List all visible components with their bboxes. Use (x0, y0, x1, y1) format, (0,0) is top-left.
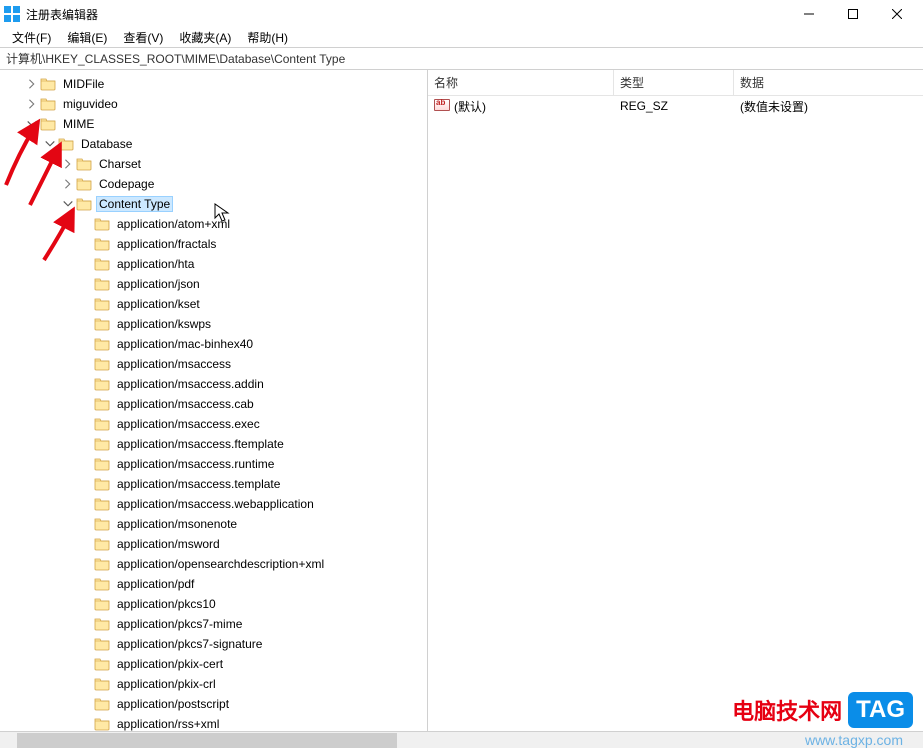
tree-label: application/msaccess.exec (114, 416, 263, 432)
values-h-scrollbar[interactable] (428, 731, 923, 748)
tree-item[interactable]: application/kset (0, 294, 427, 314)
registry-tree[interactable]: MIDFile miguvideo MIME Database Charset Codep… (0, 70, 427, 731)
tree-item[interactable]: application/msword (0, 534, 427, 554)
col-name[interactable]: 名称 (428, 70, 614, 95)
menu-view[interactable]: 查看(V) (115, 28, 171, 47)
tree-item-mime[interactable]: MIME (0, 114, 427, 134)
tree-item-midfile[interactable]: MIDFile (0, 74, 427, 94)
tree-label: application/kset (114, 296, 203, 312)
tree-label: miguvideo (60, 96, 121, 112)
tree-label: application/pkcs7-signature (114, 636, 265, 652)
tree-label: application/msaccess.runtime (114, 456, 277, 472)
menu-file[interactable]: 文件(F) (4, 28, 59, 47)
titlebar: 注册表编辑器 (0, 0, 923, 28)
menu-favorites[interactable]: 收藏夹(A) (171, 28, 239, 47)
tree-item-database[interactable]: Database (0, 134, 427, 154)
tree-label: application/atom+xml (114, 216, 233, 232)
string-value-icon (434, 99, 450, 111)
tree-item-charset[interactable]: Charset (0, 154, 427, 174)
tree-item[interactable]: application/msaccess.cab (0, 394, 427, 414)
values-list[interactable]: (默认)REG_SZ(数值未设置) (428, 96, 923, 731)
tree-label: application/msonenote (114, 516, 240, 532)
col-type[interactable]: 类型 (614, 70, 734, 95)
tree-item[interactable]: application/msaccess.webapplication (0, 494, 427, 514)
tree-item[interactable]: application/atom+xml (0, 214, 427, 234)
tree-label: application/msword (114, 536, 223, 552)
tree-item[interactable]: application/opensearchdescription+xml (0, 554, 427, 574)
tree-label: application/opensearchdescription+xml (114, 556, 327, 572)
tree-label: application/pkcs10 (114, 596, 219, 612)
tree-label: application/pkix-crl (114, 676, 219, 692)
values-pane[interactable]: 名称 类型 数据 (默认)REG_SZ(数值未设置) (428, 70, 923, 731)
tree-label: application/msaccess.cab (114, 396, 257, 412)
tree-item[interactable]: application/pkcs10 (0, 594, 427, 614)
tree-label: Charset (96, 156, 144, 172)
tree-label: application/rss+xml (114, 716, 222, 731)
tree-label: application/msaccess.addin (114, 376, 267, 392)
tree-label: application/json (114, 276, 203, 292)
tree-item[interactable]: application/json (0, 274, 427, 294)
tree-item[interactable]: application/postscript (0, 694, 427, 714)
tree-item-miguvideo[interactable]: miguvideo (0, 94, 427, 114)
tree-label: application/msaccess (114, 356, 234, 372)
tree-label: application/hta (114, 256, 197, 272)
minimize-button[interactable] (787, 0, 831, 28)
tree-item[interactable]: application/msaccess.addin (0, 374, 427, 394)
tree-item[interactable]: application/mac-binhex40 (0, 334, 427, 354)
tree-label: application/msaccess.template (114, 476, 283, 492)
tree-label: application/fractals (114, 236, 219, 252)
tree-item[interactable]: application/msaccess.runtime (0, 454, 427, 474)
menubar: 文件(F) 编辑(E) 查看(V) 收藏夹(A) 帮助(H) (0, 28, 923, 48)
value-row[interactable]: (默认)REG_SZ(数值未设置) (428, 96, 923, 116)
tree-item[interactable]: application/pkcs7-signature (0, 634, 427, 654)
maximize-button[interactable] (831, 0, 875, 28)
tree-label: application/msaccess.webapplication (114, 496, 317, 512)
tree-label: MIME (60, 116, 97, 132)
tree-item[interactable]: application/pkcs7-mime (0, 614, 427, 634)
tree-item-codepage[interactable]: Codepage (0, 174, 427, 194)
tree-item[interactable]: application/msonenote (0, 514, 427, 534)
tree-label: MIDFile (60, 76, 107, 92)
tree-item[interactable]: application/msaccess.ftemplate (0, 434, 427, 454)
tree-item[interactable]: application/pkix-cert (0, 654, 427, 674)
address-input[interactable] (4, 51, 919, 67)
tree-item[interactable]: application/msaccess.template (0, 474, 427, 494)
regedit-icon (4, 6, 20, 22)
tree-label: Database (78, 136, 135, 152)
tree-label: Content Type (96, 196, 173, 212)
tree-label: application/msaccess.ftemplate (114, 436, 287, 452)
tree-item[interactable]: application/rss+xml (0, 714, 427, 731)
address-bar (0, 48, 923, 70)
column-headers: 名称 类型 数据 (428, 70, 923, 96)
close-button[interactable] (875, 0, 919, 28)
tree-pane[interactable]: MIDFile miguvideo MIME Database Charset Codep… (0, 70, 428, 731)
tree-label: application/kswps (114, 316, 214, 332)
tree-item[interactable]: application/pdf (0, 574, 427, 594)
tree-item[interactable]: application/msaccess.exec (0, 414, 427, 434)
window-title: 注册表编辑器 (26, 6, 787, 23)
menu-help[interactable]: 帮助(H) (239, 28, 296, 47)
tree-item-content-type[interactable]: Content Type (0, 194, 427, 214)
tree-item[interactable]: application/msaccess (0, 354, 427, 374)
tree-item[interactable]: application/hta (0, 254, 427, 274)
tree-label: application/postscript (114, 696, 232, 712)
tree-item[interactable]: application/fractals (0, 234, 427, 254)
menu-edit[interactable]: 编辑(E) (59, 28, 115, 47)
col-data[interactable]: 数据 (734, 70, 923, 95)
tree-item[interactable]: application/kswps (0, 314, 427, 334)
tree-label: application/mac-binhex40 (114, 336, 256, 352)
tree-label: application/pkix-cert (114, 656, 226, 672)
tree-h-scrollbar[interactable] (0, 731, 428, 748)
tree-label: application/pkcs7-mime (114, 616, 245, 632)
tree-label: application/pdf (114, 576, 197, 592)
tree-label: Codepage (96, 176, 157, 192)
tree-item[interactable]: application/pkix-crl (0, 674, 427, 694)
